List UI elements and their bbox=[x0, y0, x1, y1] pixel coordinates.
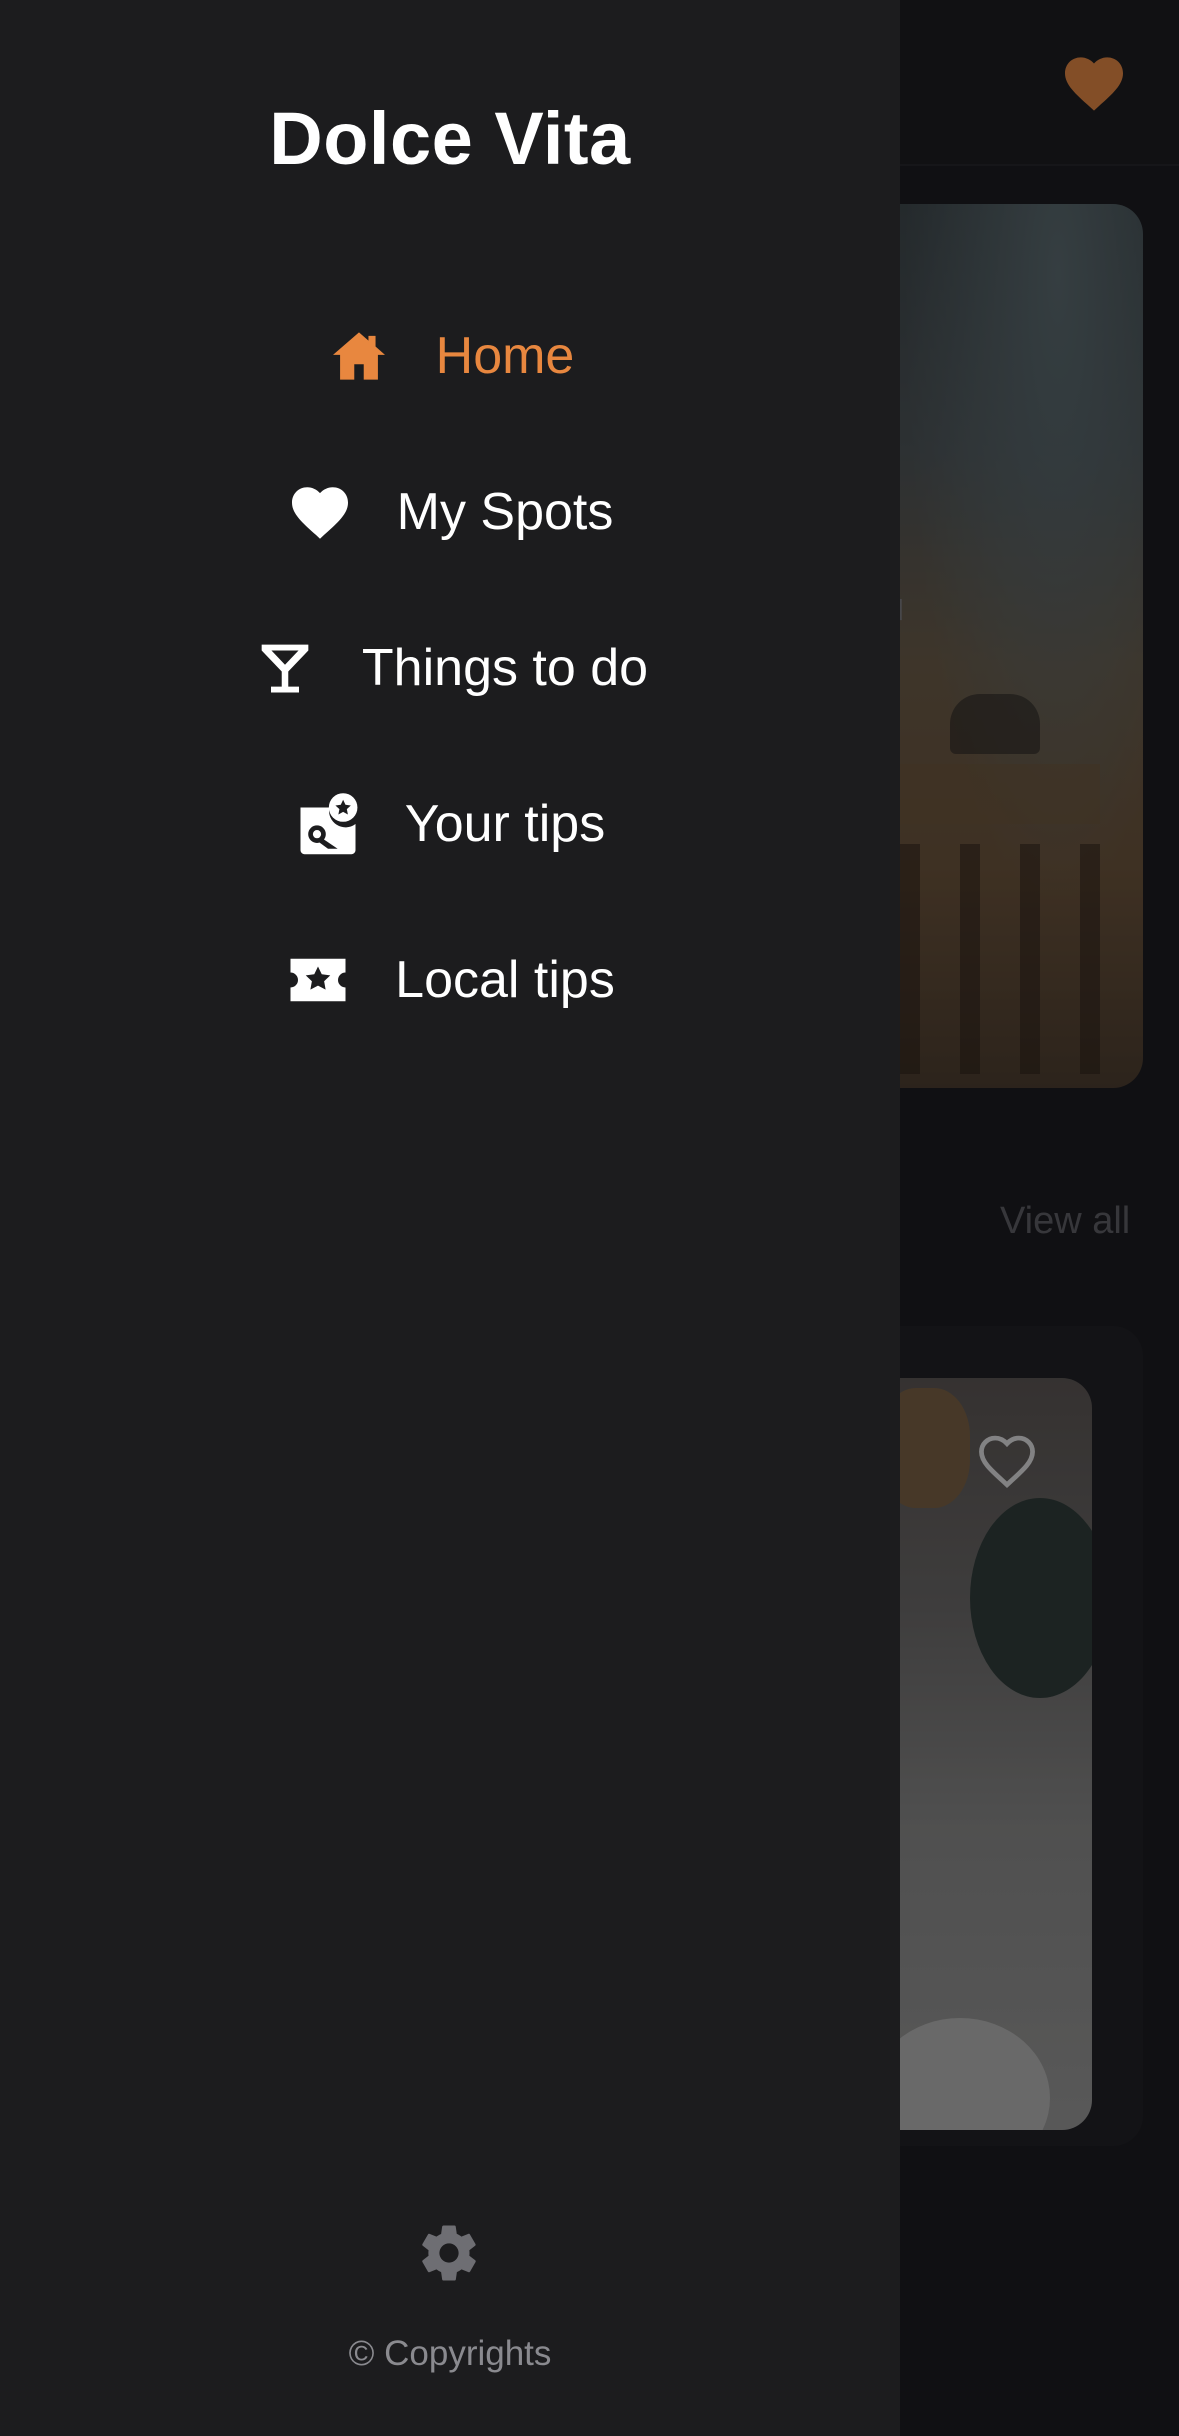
cocktail-icon bbox=[252, 635, 318, 701]
ticket-star-icon bbox=[285, 947, 351, 1013]
nav-item-local-tips[interactable]: Local tips bbox=[0, 930, 900, 1030]
nav-item-label: My Spots bbox=[396, 483, 614, 541]
copyright-text: © Copyrights bbox=[348, 2334, 552, 2373]
nav-item-label: Things to do bbox=[361, 639, 649, 697]
navigation-drawer: Dolce Vita Home My Spots Things to do Yo… bbox=[0, 0, 900, 2436]
gear-icon[interactable] bbox=[416, 2220, 482, 2286]
map-pin-star-icon bbox=[295, 791, 361, 857]
home-icon bbox=[326, 323, 392, 389]
nav-item-things-to-do[interactable]: Things to do bbox=[0, 618, 900, 718]
nav-item-label: Local tips bbox=[395, 951, 615, 1009]
nav-item-label: Home bbox=[435, 327, 575, 385]
nav-item-your-tips[interactable]: Your tips bbox=[0, 774, 900, 874]
nav-item-home[interactable]: Home bbox=[0, 306, 900, 406]
heart-icon bbox=[287, 479, 353, 545]
app-title: Dolce Vita bbox=[269, 97, 631, 180]
nav-item-label: Your tips bbox=[404, 795, 606, 853]
screen: ou View all Dolce Vita Home bbox=[0, 0, 1179, 2436]
nav-item-my-spots[interactable]: My Spots bbox=[0, 462, 900, 562]
